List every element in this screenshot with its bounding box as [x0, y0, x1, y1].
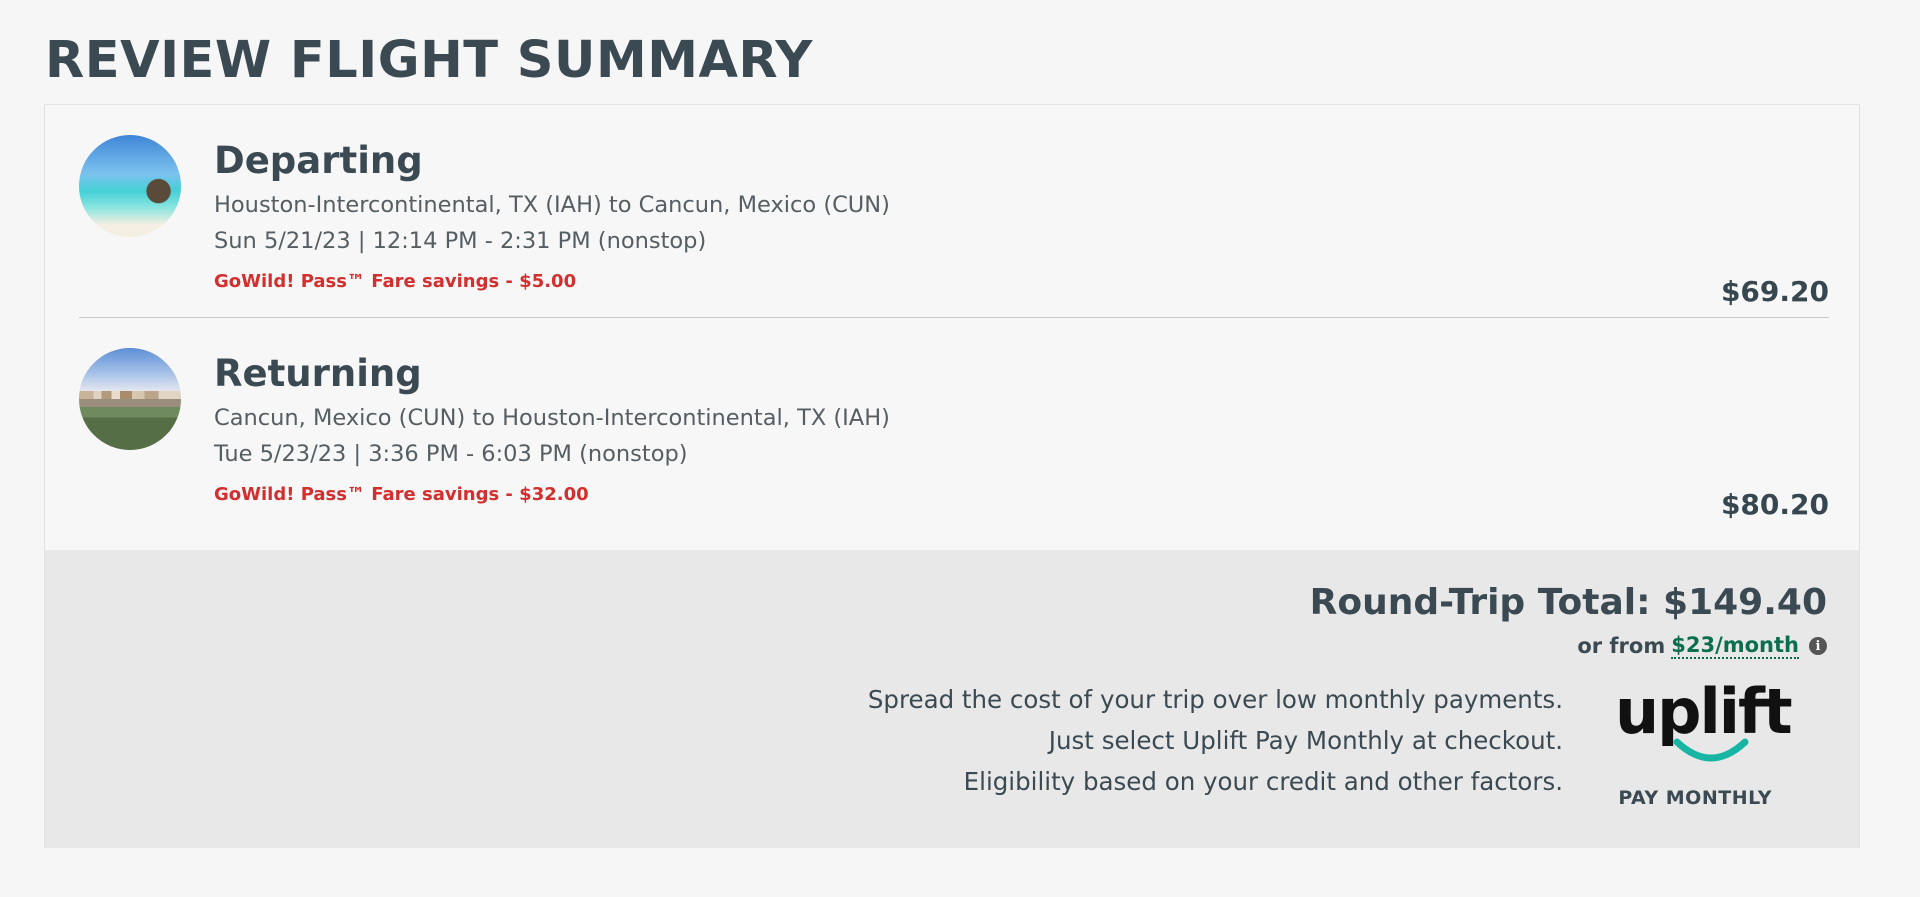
leg-heading-departing: Departing [214, 139, 423, 182]
monthly-payment-line: or from $23/month i [1577, 633, 1827, 659]
total-panel: Round-Trip Total: $149.40 or from $23/mo… [45, 550, 1859, 848]
promo-line: Just select Uplift Pay Monthly at checko… [1048, 726, 1563, 755]
leg-divider [79, 317, 1829, 318]
monthly-prefix: or from [1577, 634, 1666, 658]
promo-line: Spread the cost of your trip over low mo… [867, 685, 1563, 714]
uplift-smile-icon [1673, 738, 1749, 762]
uplift-promo-text: Spread the cost of your trip over low mo… [868, 679, 1563, 802]
fare-savings: GoWild! Pass™ Fare savings - $32.00 [214, 484, 589, 505]
leg-heading-returning: Returning [214, 352, 422, 395]
flight-summary-card: Departing Houston-Intercontinental, TX (… [44, 104, 1860, 848]
info-icon[interactable]: i [1809, 637, 1827, 655]
leg-times: Tue 5/23/23 | 3:36 PM - 6:03 PM (nonstop… [214, 441, 688, 467]
promo-line: Eligibility based on your credit and oth… [963, 767, 1563, 796]
leg-route: Houston-Intercontinental, TX (IAH) to Ca… [214, 192, 890, 218]
leg-price: $80.20 [1720, 488, 1829, 521]
returning-leg: Returning Cancun, Mexico (CUN) to Housto… [79, 342, 1829, 554]
fare-savings: GoWild! Pass™ Fare savings - $5.00 [214, 271, 577, 292]
monthly-amount-link[interactable]: $23/month [1671, 633, 1799, 659]
leg-route: Cancun, Mexico (CUN) to Houston-Intercon… [214, 405, 890, 431]
uplift-logo: uplift [1609, 674, 1793, 784]
departing-leg: Departing Houston-Intercontinental, TX (… [79, 129, 1829, 341]
leg-times: Sun 5/21/23 | 12:14 PM - 2:31 PM (nonsto… [214, 228, 707, 254]
city-photo [79, 348, 181, 450]
page-title: REVIEW FLIGHT SUMMARY [45, 31, 813, 90]
uplift-tagline: PAY MONTHLY [1618, 787, 1772, 809]
beach-photo [79, 135, 181, 237]
leg-price: $69.20 [1720, 275, 1829, 308]
round-trip-total: Round-Trip Total: $149.40 [1309, 582, 1827, 623]
